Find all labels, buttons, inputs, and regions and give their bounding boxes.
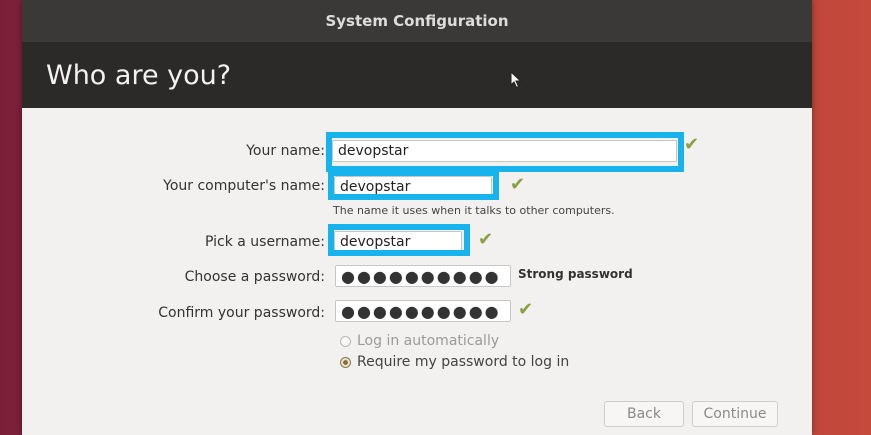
computer-name-input[interactable]: devopstar — [334, 176, 492, 198]
page-header: Who are you? — [22, 42, 812, 108]
radio-require-password-label: Require my password to log in — [357, 354, 570, 370]
window-titlebar: System Configuration — [22, 0, 812, 42]
computer-name-label: Your computer's name: — [163, 178, 325, 194]
checkmark-icon: ✔ — [518, 299, 534, 320]
radio-login-automatically-label: Log in automatically — [357, 333, 500, 349]
radio-selected-icon[interactable] — [340, 356, 351, 368]
installer-window: System Configuration Who are you? Your n… — [22, 0, 812, 435]
username-label: Pick a username: — [204, 234, 325, 250]
form-area: Your name: devopstar ✔ Your computer's n… — [22, 108, 812, 435]
password-input[interactable]: ●●●●●●●●●● — [335, 265, 511, 287]
confirm-password-input[interactable]: ●●●●●●●●●● — [335, 300, 511, 322]
computer-name-hint: The name it uses when it talks to other … — [333, 204, 615, 217]
checkmark-icon: ✔ — [478, 229, 494, 250]
radio-icon[interactable] — [340, 335, 351, 347]
confirm-password-label: Confirm your password: — [158, 305, 325, 321]
checkmark-icon: ✔ — [684, 134, 700, 155]
page-title: Who are you? — [46, 59, 232, 91]
mouse-cursor-icon — [510, 70, 522, 93]
name-input[interactable]: devopstar — [332, 140, 677, 162]
window-title: System Configuration — [325, 12, 509, 30]
radio-require-password[interactable]: Require my password to log in — [340, 354, 569, 370]
password-strength: Strong password — [518, 267, 633, 281]
back-button[interactable]: Back — [604, 401, 684, 427]
password-label: Choose a password: — [184, 269, 325, 285]
radio-login-automatically[interactable]: Log in automatically — [340, 333, 499, 349]
name-label: Your name: — [246, 143, 325, 159]
checkmark-icon: ✔ — [510, 174, 526, 195]
continue-button[interactable]: Continue — [692, 401, 778, 427]
username-input[interactable]: devopstar — [334, 231, 462, 253]
